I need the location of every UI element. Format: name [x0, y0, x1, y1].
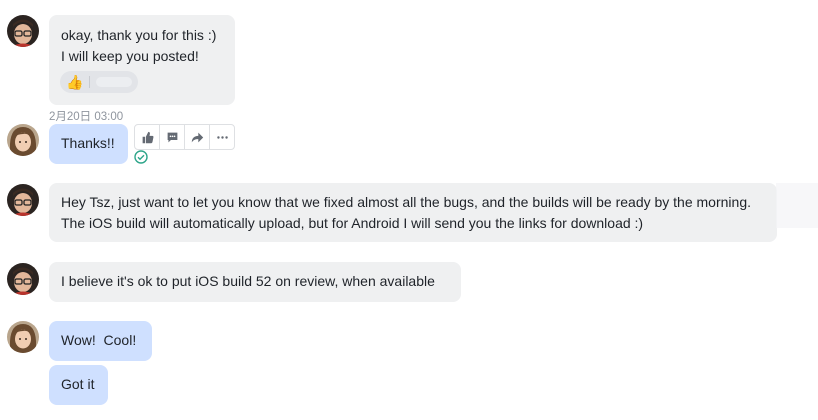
message-text: Got it	[61, 376, 95, 392]
redaction-smudge	[776, 183, 818, 228]
avatar[interactable]	[7, 124, 39, 156]
reaction-divider	[89, 76, 91, 88]
thumbs-up-reaction-icon: 👍	[66, 74, 84, 90]
message-text-line: I will keep you posted!	[61, 48, 199, 64]
reaction-chip[interactable]: 👍	[60, 71, 138, 93]
message-text: Wow! Cool!	[61, 332, 137, 348]
message-text-line: okay, thank you for this :)	[61, 27, 217, 43]
thumbs-up-icon[interactable]	[135, 125, 160, 149]
avatar[interactable]	[7, 15, 39, 47]
reaction-user-avatars	[96, 77, 132, 87]
avatar[interactable]	[7, 184, 39, 216]
message-action-toolbar	[134, 124, 235, 150]
message-text: I believe it's ok to put iOS build 52 on…	[61, 273, 435, 289]
message-bubble[interactable]: Wow! Cool!	[49, 321, 152, 361]
avatar[interactable]	[7, 321, 39, 353]
read-receipt-check-icon	[134, 150, 148, 164]
message-timestamp: 2月20日 03:00	[49, 111, 124, 123]
message-bubble[interactable]: Thanks!!	[49, 124, 128, 164]
forward-icon[interactable]	[185, 125, 210, 149]
reply-icon[interactable]	[160, 125, 185, 149]
message-bubble[interactable]: okay, thank you for this :) I will keep …	[49, 15, 235, 105]
message-bubble[interactable]: I believe it's ok to put iOS build 52 on…	[49, 262, 461, 302]
message-bubble[interactable]: Got it	[49, 365, 108, 405]
message-bubble[interactable]: Hey Tsz, just want to let you know that …	[49, 183, 777, 242]
more-icon[interactable]	[210, 125, 234, 149]
avatar[interactable]	[7, 263, 39, 295]
message-text: Hey Tsz, just want to let you know that …	[61, 194, 751, 231]
message-text: Thanks!!	[61, 135, 115, 151]
